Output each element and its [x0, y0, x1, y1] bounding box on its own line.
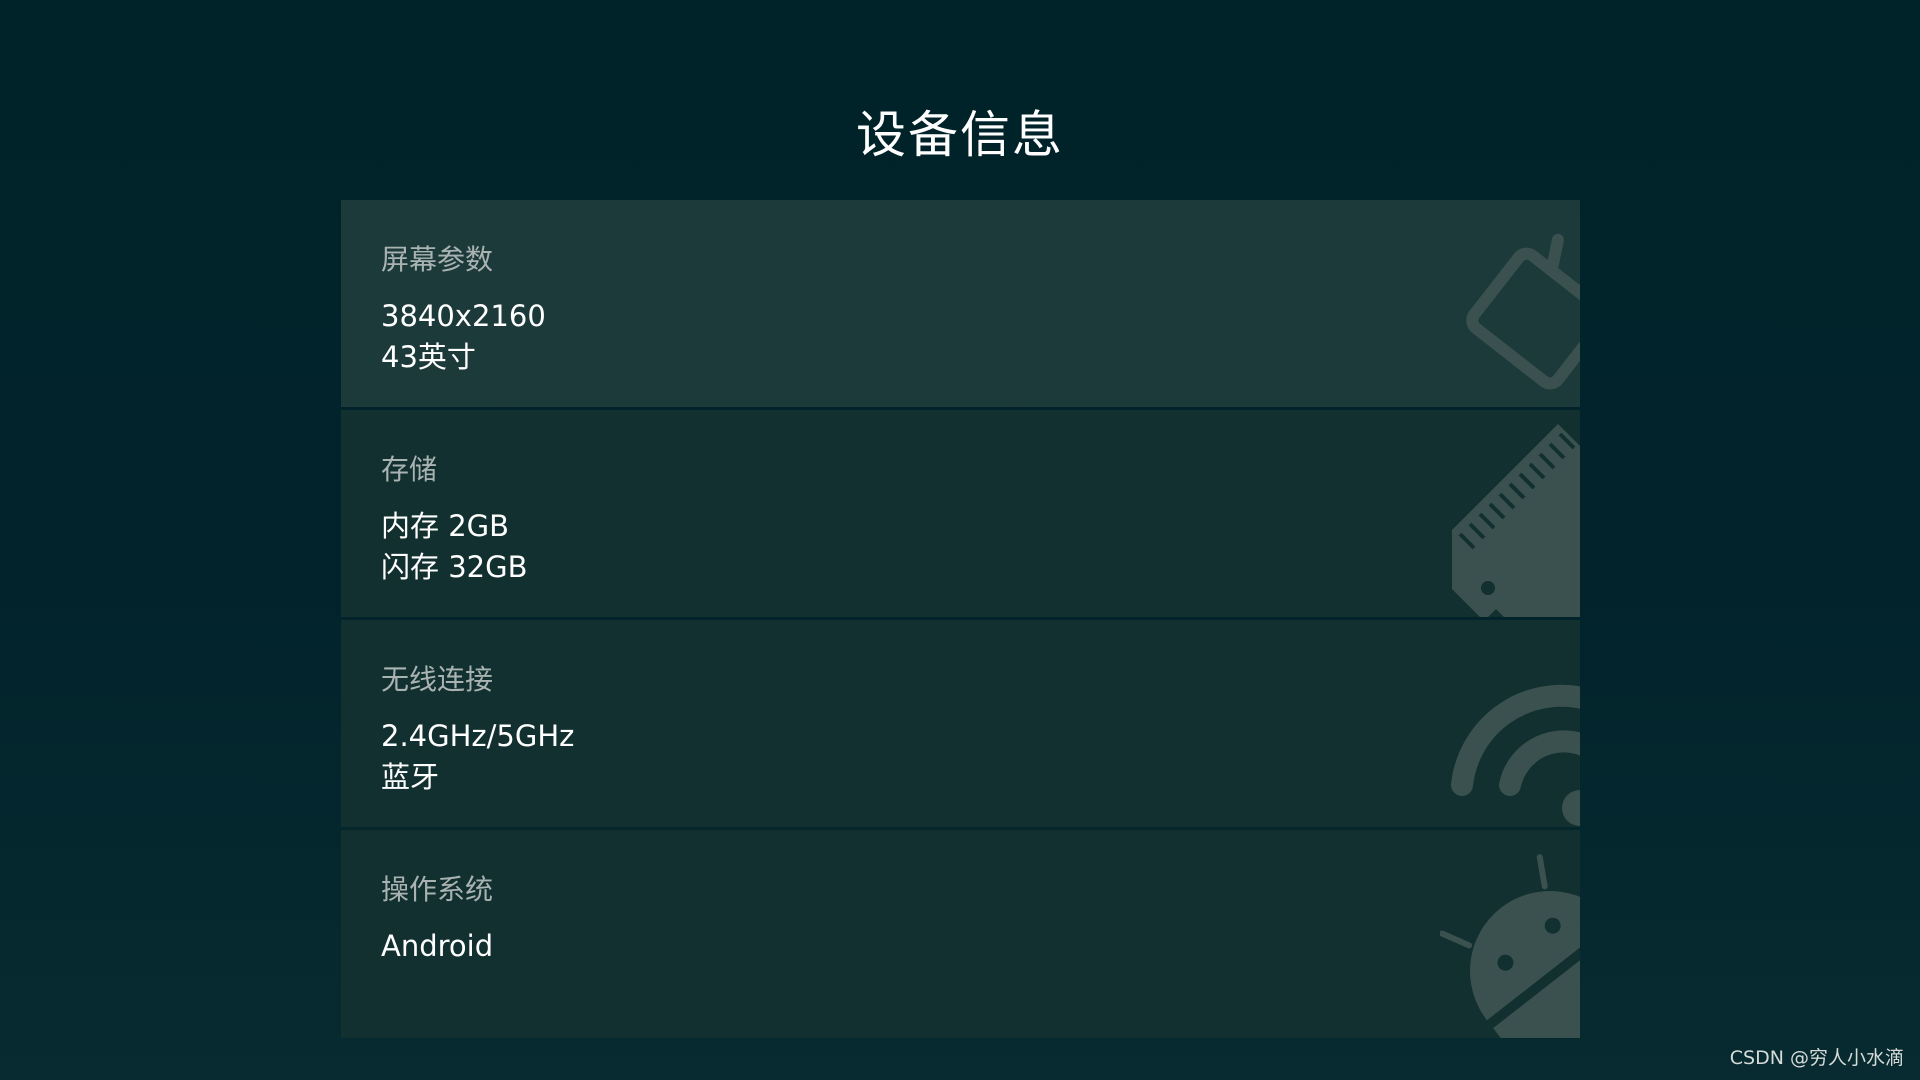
device-info-screen: 设备信息 屏幕参数 3840x2160 43英寸 存储 内存 2GB 闪存 32…: [0, 0, 1920, 1080]
card-label: 无线连接: [381, 663, 494, 696]
card-value: Android: [381, 929, 494, 963]
card-value: 内存 2GB: [381, 509, 510, 543]
info-card-os[interactable]: 操作系统 Android: [341, 830, 1580, 1038]
wifi-icon: [1440, 620, 1580, 827]
info-card-wireless[interactable]: 无线连接 2.4GHz/5GHz 蓝牙: [341, 620, 1580, 827]
tv-icon: [1440, 200, 1580, 407]
info-card-storage[interactable]: 存储 内存 2GB 闪存 32GB: [341, 410, 1580, 617]
card-value: 43英寸: [381, 340, 476, 374]
info-list: 屏幕参数 3840x2160 43英寸 存储 内存 2GB 闪存 32GB 无线…: [341, 200, 1580, 1038]
card-value: 3840x2160: [381, 299, 546, 333]
card-values: 内存 2GB 闪存 32GB: [381, 506, 528, 588]
card-label: 存储: [381, 453, 438, 486]
info-card-screen[interactable]: 屏幕参数 3840x2160 43英寸: [341, 200, 1580, 407]
card-value: 蓝牙: [381, 760, 440, 794]
card-label: 操作系统: [381, 873, 494, 906]
card-values: 2.4GHz/5GHz 蓝牙: [381, 716, 574, 798]
card-value: 闪存 32GB: [381, 550, 528, 584]
card-value: 2.4GHz/5GHz: [381, 719, 575, 753]
card-values: Android: [381, 926, 493, 967]
page-title: 设备信息: [856, 106, 1064, 164]
android-icon: [1440, 831, 1580, 1038]
watermark: CSDN @穷人小水滴: [1729, 1047, 1904, 1069]
memory-chip-icon: [1440, 410, 1580, 617]
card-values: 3840x2160 43英寸: [381, 296, 546, 378]
card-label: 屏幕参数: [381, 243, 494, 276]
